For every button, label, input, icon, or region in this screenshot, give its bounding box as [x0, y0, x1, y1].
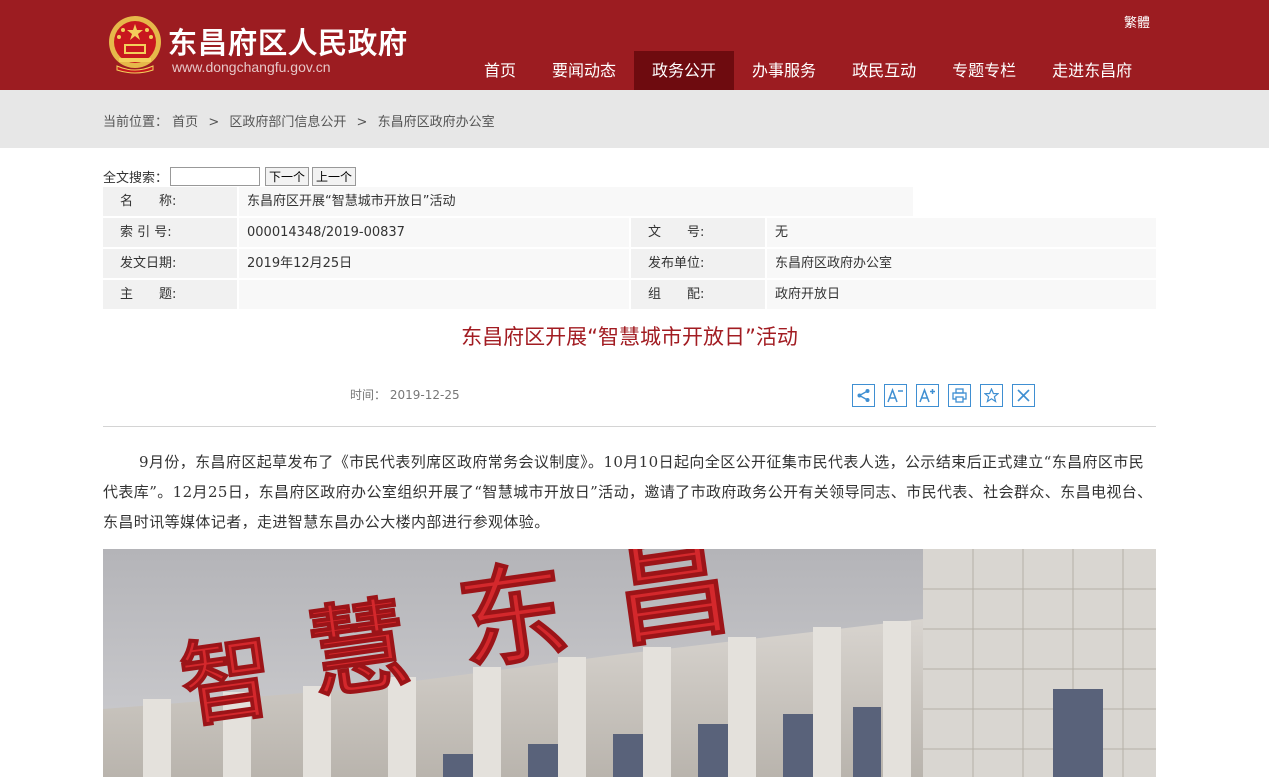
close-icon[interactable] — [1012, 384, 1035, 407]
publisher-label: 发布单位: — [631, 249, 765, 278]
national-emblem-logo[interactable] — [107, 14, 163, 74]
site-header: 东昌府区人民政府 www.dongchangfu.gov.cn 繁體 首页 要闻动… — [0, 0, 1269, 90]
nav-item-services[interactable]: 办事服务 — [734, 51, 834, 90]
building-photo-illustration: 智 慧 东 昌 — [103, 549, 1156, 777]
next-match-button[interactable]: 下一个 — [265, 166, 310, 186]
favorite-icon[interactable] — [980, 384, 1003, 407]
nav-item-home[interactable]: 首页 — [466, 51, 534, 90]
site-url: www.dongchangfu.gov.cn — [172, 59, 331, 75]
info-row-name: 名 称: 东昌府区开展“智慧城市开放日”活动 — [103, 186, 1156, 217]
docno-label: 文 号: — [631, 218, 765, 247]
nav-item-gov-affairs[interactable]: 政务公开 — [634, 51, 735, 90]
search-input[interactable] — [170, 166, 261, 186]
docno-value: 无 — [767, 218, 1156, 247]
breadcrumb-item-dept-info[interactable]: 区政府部门信息公开 — [229, 115, 346, 130]
sign-char-3: 东 — [451, 549, 575, 687]
content-divider — [103, 426, 1156, 427]
date-value: 2019年12月25日 — [239, 249, 629, 278]
index-label: 索 引 号: — [103, 218, 237, 247]
breadcrumb-separator: > — [208, 115, 220, 130]
breadcrumb-bar: 当前位置： 首页 > 区政府部门信息公开 > 东昌府区政府办公室 — [0, 90, 1269, 148]
breadcrumb: 当前位置： 首页 > 区政府部门信息公开 > 东昌府区政府办公室 — [103, 111, 495, 130]
traditional-chinese-toggle[interactable]: 繁體 — [1124, 12, 1150, 31]
publisher-value: 东昌府区政府办公室 — [767, 249, 1156, 278]
article-title: 东昌府区开展“智慧城市开放日”活动 — [461, 325, 798, 349]
font-increase-icon[interactable] — [916, 384, 939, 407]
sign-char-4: 昌 — [605, 549, 739, 665]
breadcrumb-item-office[interactable]: 东昌府区政府办公室 — [378, 115, 495, 130]
category-label: 组 配: — [631, 280, 765, 309]
nav-item-about[interactable]: 走进东昌府 — [1034, 51, 1150, 90]
publish-time-value: 2019-12-25 — [389, 388, 460, 402]
article-photo: 智 慧 东 昌 — [103, 549, 1156, 777]
breadcrumb-separator: > — [356, 115, 368, 130]
publish-time-label: 时间： — [350, 388, 387, 402]
category-value: 政府开放日 — [767, 280, 1156, 309]
date-label: 发文日期: — [103, 249, 237, 278]
search-label: 全文搜索： — [103, 170, 169, 186]
full-text-search: 全文搜索： 下一个 上一个 — [103, 166, 357, 186]
name-value: 东昌府区开展“智慧城市开放日”活动 — [239, 187, 913, 216]
document-info-table: 名 称: 东昌府区开展“智慧城市开放日”活动 索 引 号: 000014348/… — [103, 186, 1156, 310]
share-icon[interactable] — [852, 384, 875, 407]
main-nav: 首页 要闻动态 政务公开 办事服务 政民互动 专题专栏 走进东昌府 — [466, 51, 1150, 90]
name-label: 名 称: — [103, 187, 237, 216]
sign-char-1: 智 — [174, 623, 280, 742]
breadcrumb-item-home[interactable]: 首页 — [172, 115, 198, 130]
print-icon[interactable] — [948, 384, 971, 407]
info-row-index: 索 引 号: 000014348/2019-00837 文 号: 无 — [103, 217, 1156, 248]
topic-value — [239, 280, 629, 309]
nav-item-interaction[interactable]: 政民互动 — [834, 51, 934, 90]
index-value: 000014348/2019-00837 — [239, 218, 629, 247]
breadcrumb-prefix: 当前位置： — [103, 115, 169, 130]
publish-time: 时间： 2019-12-25 — [350, 386, 460, 403]
font-decrease-icon[interactable] — [884, 384, 907, 407]
nav-item-topics[interactable]: 专题专栏 — [934, 51, 1034, 90]
nav-item-news[interactable]: 要闻动态 — [534, 51, 634, 90]
article-body: 9月份，东昌府区起草发布了《市民代表列席区政府常务会议制度》。10月10日起向全… — [103, 453, 1153, 531]
article-toolbar — [852, 384, 1035, 407]
topic-label: 主 题: — [103, 280, 237, 309]
sign-char-2: 慧 — [301, 585, 416, 715]
info-row-date: 发文日期: 2019年12月25日 发布单位: 东昌府区政府办公室 — [103, 248, 1156, 279]
info-row-topic: 主 题: 组 配: 政府开放日 — [103, 279, 1156, 310]
site-title[interactable]: 东昌府区人民政府 — [168, 20, 408, 62]
prev-match-button[interactable]: 上一个 — [312, 166, 357, 186]
